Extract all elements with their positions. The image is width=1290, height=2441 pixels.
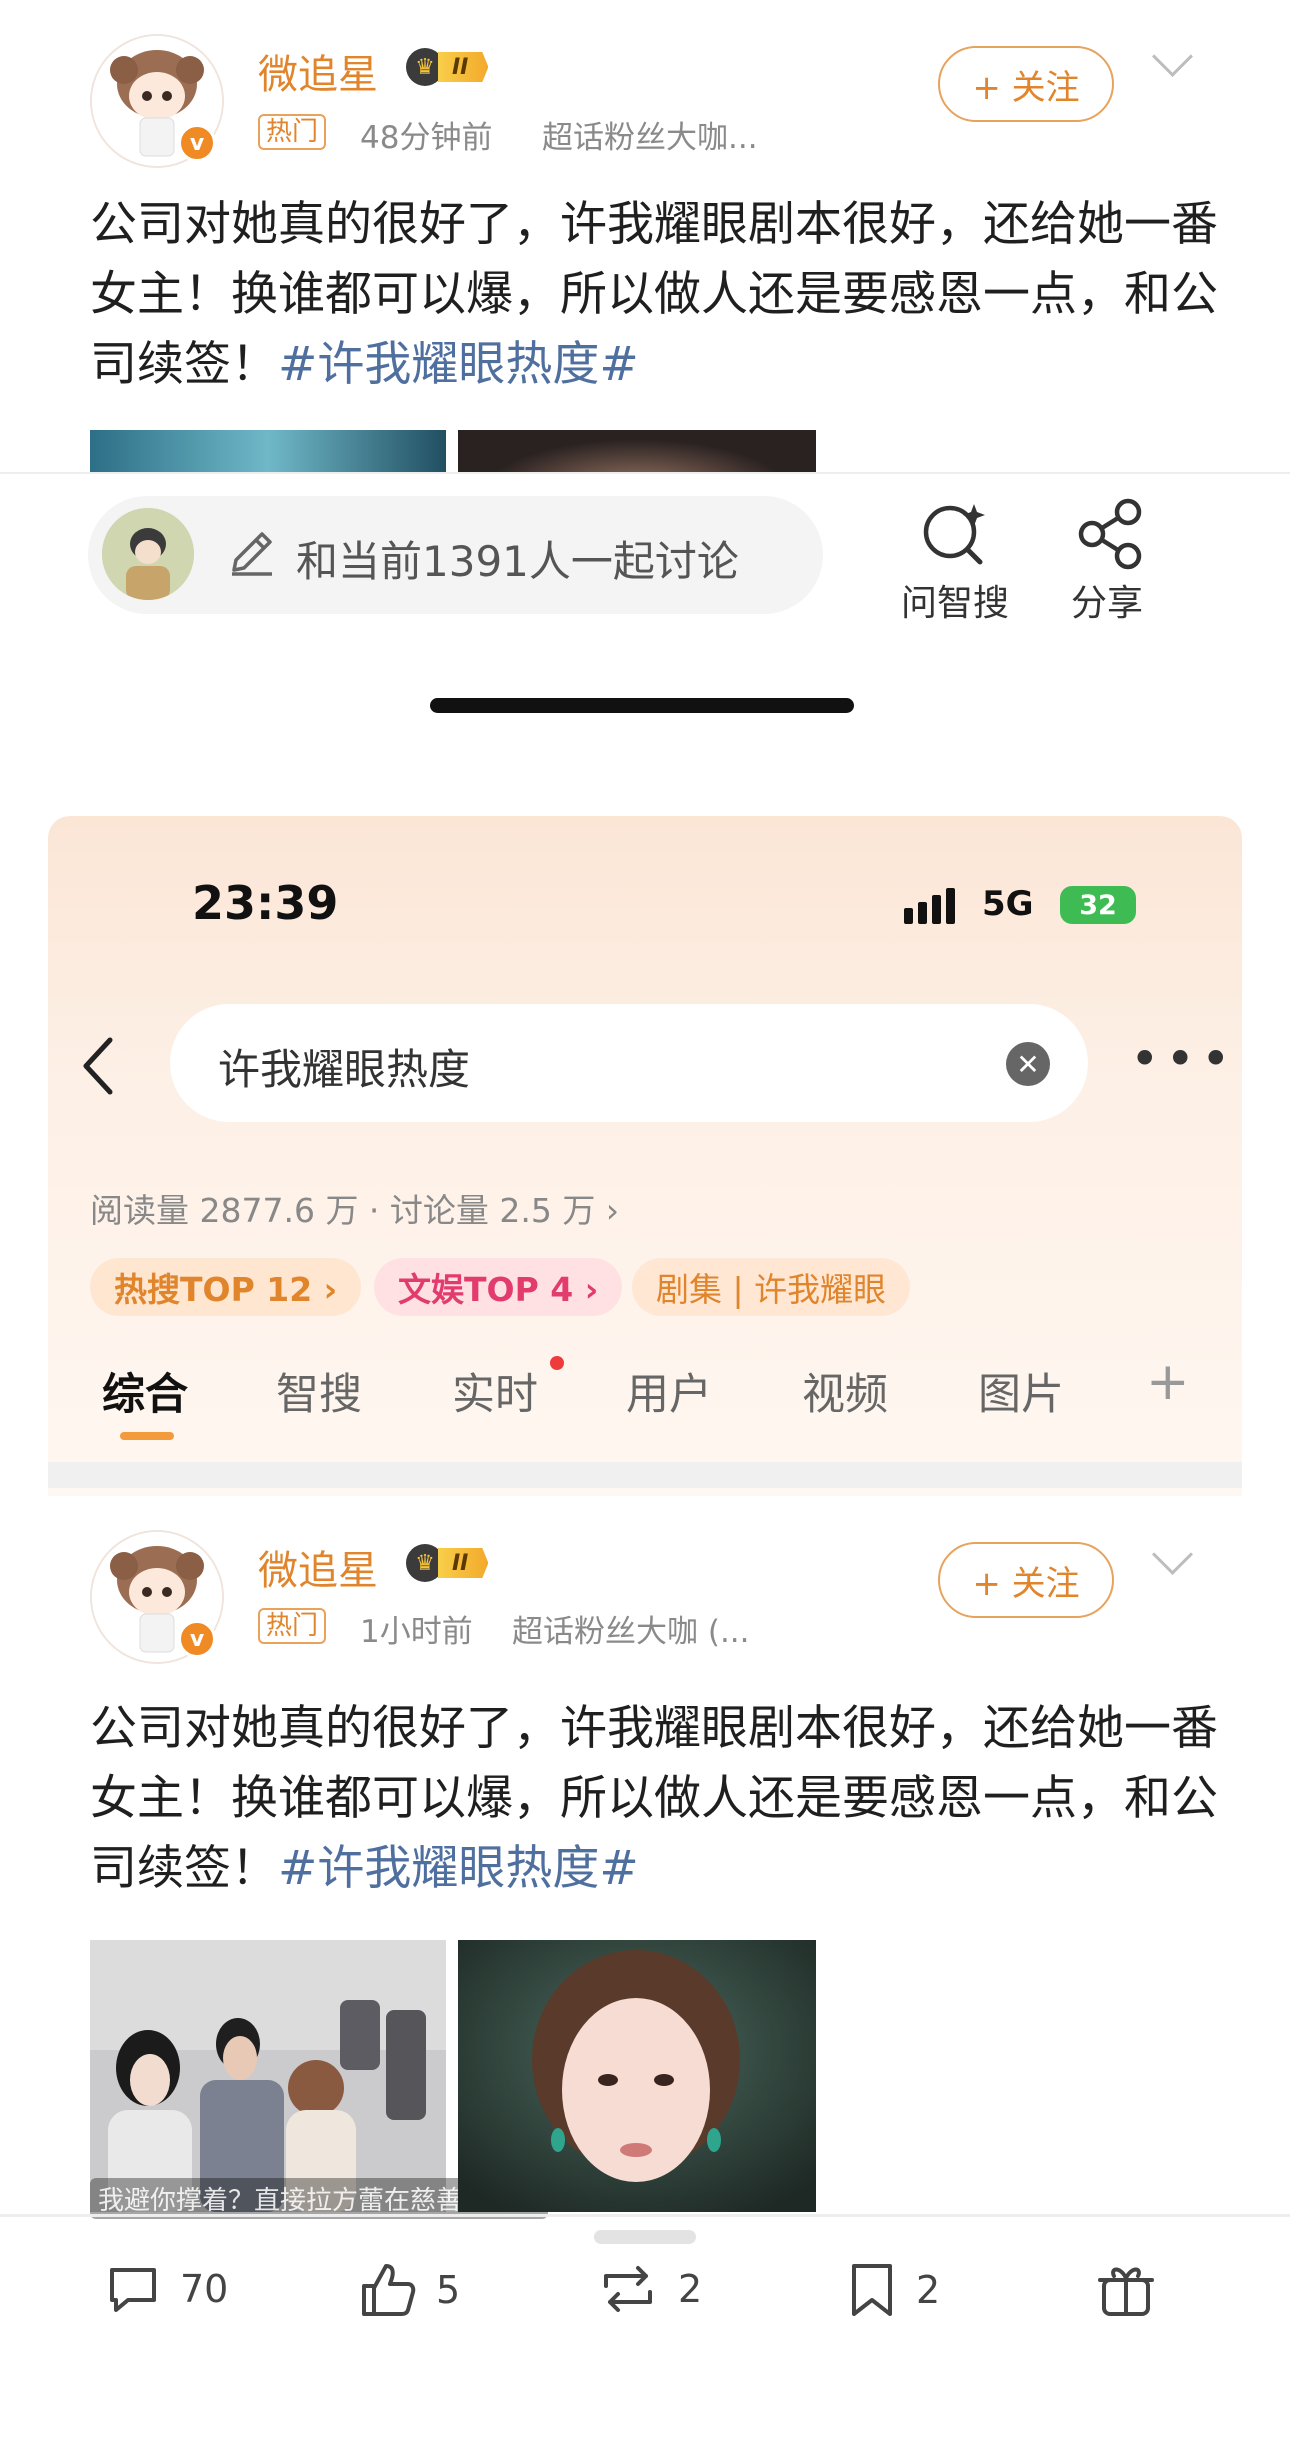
tab-videos[interactable]: 视频 [802, 1360, 888, 1422]
pill-entertainment[interactable]: 文娱TOP 4 › [374, 1258, 623, 1316]
hot-tag: 热门 [258, 114, 327, 150]
verified-badge-icon: v [178, 1620, 216, 1658]
section-divider [48, 1462, 1242, 1488]
follow-button[interactable]: + 关注 [938, 46, 1114, 122]
discuss-placeholder: 和当前1391人一起讨论 [296, 537, 739, 586]
comment-icon [110, 2268, 156, 2312]
tab-add-button[interactable]: + [1146, 1352, 1190, 1412]
battery-icon: 32 [1060, 886, 1136, 924]
share-label[interactable]: 分享 [1052, 574, 1162, 626]
verified-badge-icon: v [178, 124, 216, 162]
hot-tag: 热门 [258, 1608, 327, 1644]
thumbs-up-icon [362, 2264, 416, 2316]
bookmark-icon [852, 2264, 892, 2316]
post-time: 48分钟前 [360, 120, 493, 156]
my-avatar [102, 508, 194, 600]
pill-drama[interactable]: 剧集 | 许我耀眼 [632, 1258, 911, 1316]
back-icon[interactable] [78, 1034, 118, 1102]
like-button[interactable]: 5 [358, 2260, 460, 2320]
divider [0, 472, 1290, 474]
status-time: 23:39 [192, 876, 339, 930]
tab-images[interactable]: 图片 [978, 1360, 1064, 1422]
post-source[interactable]: 超话粉丝大咖 (... [512, 1606, 750, 1651]
post-source[interactable]: 超话粉丝大咖... [542, 112, 758, 157]
clear-icon[interactable]: ✕ [1006, 1042, 1050, 1086]
drag-handle [594, 2230, 696, 2244]
pill-hot-search[interactable]: 热搜TOP 12 › [90, 1258, 362, 1316]
active-tab-indicator [120, 1432, 174, 1440]
repost-icon [604, 2266, 652, 2312]
edit-pen-icon [226, 526, 278, 582]
network-type: 5G [982, 884, 1034, 924]
ask-search-icon[interactable] [918, 496, 992, 574]
repost-count: 2 [678, 2267, 703, 2311]
chevron-down-icon[interactable] [1151, 35, 1194, 78]
signal-icon [902, 886, 964, 930]
level-badge: ♛ II [406, 1544, 489, 1582]
gift-icon [1098, 2267, 1154, 2316]
gift-button[interactable] [1096, 2258, 1156, 2320]
search-query[interactable]: 许我耀眼热度 [218, 1036, 470, 1097]
hashtag-link[interactable]: #许我耀眼热度# [278, 337, 639, 392]
tab-users[interactable]: 用户 [626, 1360, 712, 1422]
follow-button[interactable]: + 关注 [938, 1542, 1114, 1618]
comment-button[interactable]: 70 [104, 2260, 228, 2318]
more-menu-icon[interactable]: ••• [1130, 1030, 1236, 1088]
favorite-count: 2 [916, 2268, 941, 2312]
notification-dot [550, 1356, 564, 1370]
hashtag-link[interactable]: #许我耀眼热度# [278, 1841, 639, 1896]
home-indicator [430, 698, 854, 713]
post-time: 1小时前 [360, 1614, 473, 1650]
chevron-down-icon[interactable] [1151, 1533, 1194, 1576]
post-image-2[interactable] [458, 1940, 816, 2212]
level-badge: ♛ II [406, 48, 489, 86]
username[interactable]: 微追星 [258, 42, 378, 100]
post-text: 公司对她真的很好了，许我耀眼剧本很好，还给她一番女主！换谁都可以爆，所以做人还是… [90, 197, 1218, 392]
post-image-2[interactable] [458, 430, 816, 474]
tab-smart-search[interactable]: 智搜 [276, 1360, 362, 1422]
share-icon[interactable] [1074, 496, 1148, 574]
favorite-button[interactable]: 2 [846, 2260, 940, 2320]
post-image-1[interactable] [90, 1940, 446, 2212]
ask-search-label[interactable]: 问智搜 [886, 574, 1024, 626]
topic-stats[interactable]: 阅读量 2877.6 万 · 讨论量 2.5 万 › [90, 1184, 619, 1232]
tab-realtime[interactable]: 实时 [452, 1360, 538, 1422]
comment-count: 70 [180, 2267, 229, 2311]
username[interactable]: 微追星 [258, 1538, 378, 1596]
battery-level: 32 [1079, 889, 1117, 921]
toolbar-divider [0, 2214, 1290, 2217]
repost-button[interactable]: 2 [596, 2260, 702, 2318]
post-text: 公司对她真的很好了，许我耀眼剧本很好，还给她一番女主！换谁都可以爆，所以做人还是… [90, 1701, 1218, 1896]
like-count: 5 [436, 2268, 461, 2312]
post-image-1[interactable] [90, 430, 446, 474]
tab-comprehensive[interactable]: 综合 [102, 1360, 188, 1422]
